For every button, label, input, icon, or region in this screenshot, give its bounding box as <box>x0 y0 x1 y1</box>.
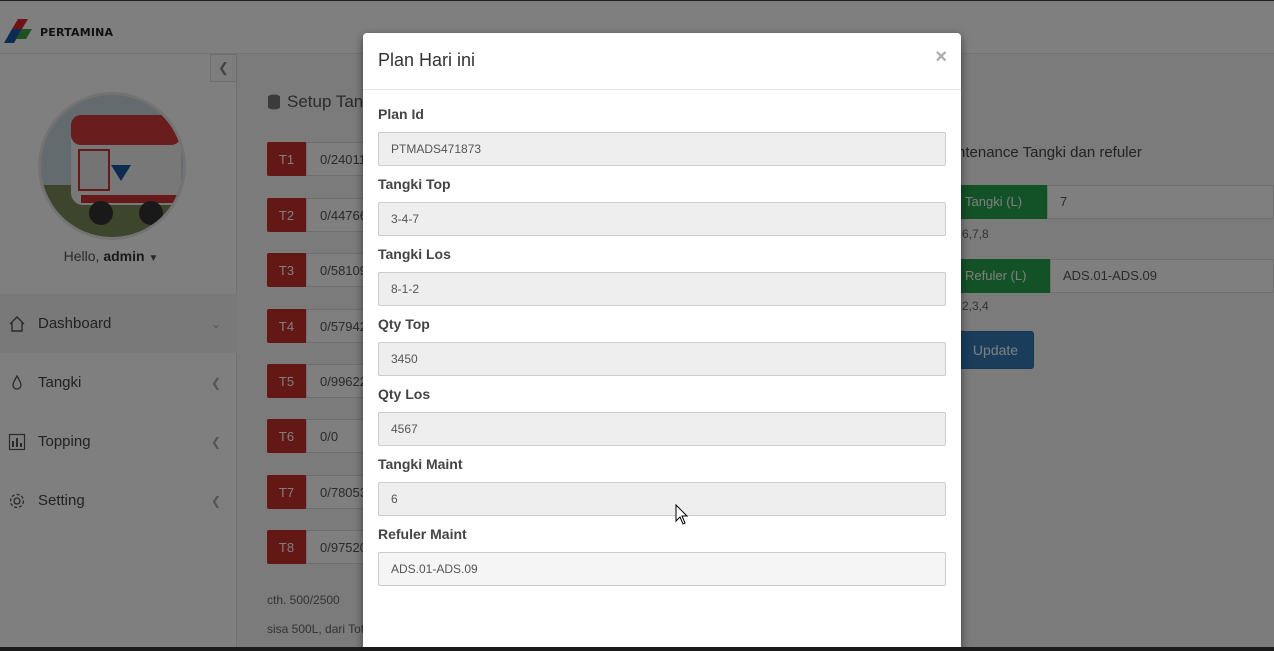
form-group-tangki-los: Tangki Los <box>378 246 946 306</box>
qty-top-field[interactable] <box>378 342 946 376</box>
qty-top-label: Qty Top <box>378 316 430 332</box>
tangki-maint-label: Tangki Maint <box>378 456 463 472</box>
plan-modal: Plan Hari ini × Plan Id Tangki Top Tangk… <box>363 33 961 649</box>
modal-header: Plan Hari ini × <box>363 33 961 90</box>
qty-los-field[interactable] <box>378 412 946 446</box>
tangki-maint-field[interactable] <box>378 482 946 516</box>
modal-title: Plan Hari ini <box>378 50 476 70</box>
tangki-los-field[interactable] <box>378 272 946 306</box>
close-icon[interactable]: × <box>935 46 947 69</box>
tangki-top-field[interactable] <box>378 202 946 236</box>
plan-id-label: Plan Id <box>378 106 424 122</box>
form-group-qty-los: Qty Los <box>378 386 946 446</box>
taskbar-strip <box>0 647 1274 651</box>
qty-los-label: Qty Los <box>378 386 431 402</box>
form-group-tangki-maint: Tangki Maint <box>378 456 946 516</box>
plan-id-field[interactable] <box>378 132 946 166</box>
mouse-cursor-icon <box>675 503 689 526</box>
form-group-refuler-maint: Refuler Maint <box>378 526 946 586</box>
form-group-qty-top: Qty Top <box>378 316 946 376</box>
tangki-top-label: Tangki Top <box>378 176 451 192</box>
refuler-maint-field[interactable] <box>378 552 946 586</box>
form-group-tangki-top: Tangki Top <box>378 176 946 236</box>
refuler-maint-label: Refuler Maint <box>378 526 467 542</box>
modal-body: Plan Id Tangki Top Tangki Los Qty Top Qt… <box>363 90 961 586</box>
form-group-plan-id: Plan Id <box>378 106 946 166</box>
tangki-los-label: Tangki Los <box>378 246 451 262</box>
